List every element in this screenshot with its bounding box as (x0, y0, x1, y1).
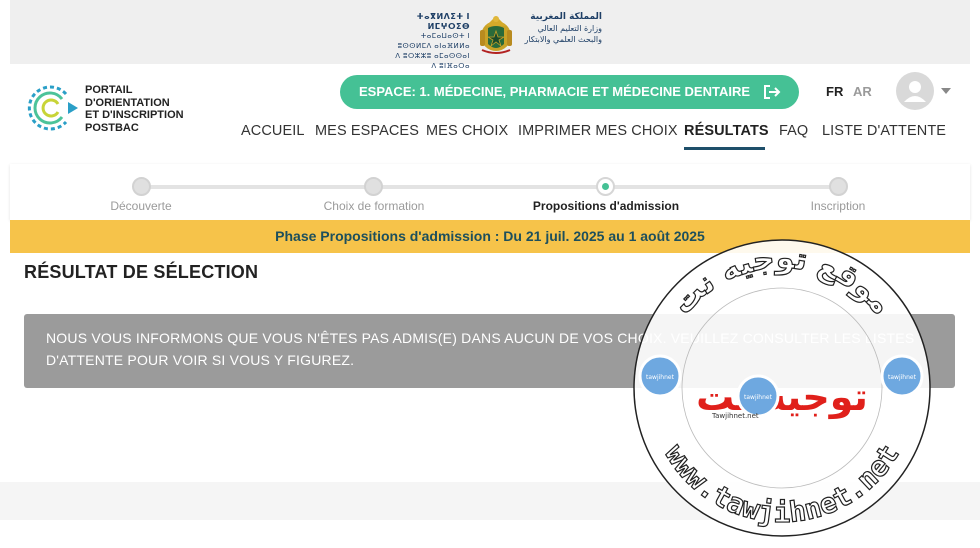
nav-accueil[interactable]: ACCUEIL (241, 123, 305, 139)
language-ar[interactable]: AR (853, 84, 872, 99)
footer-band (0, 482, 980, 520)
arabic-text: المملكة المغربية وزارة التعليم العالي وا… (522, 12, 602, 45)
tifinagh-line-3: ⴷ ⵓⵔⵣⵣⵓ ⴰⵎⴰⵙⵙⴰⵏ ⴷ ⵓⵏⴼⴰⵔⴰ (395, 53, 470, 70)
arabic-line-1: المملكة المغربية (530, 12, 602, 22)
tifinagh-line-1: ⵜⴰⴳⵍⴷⵉⵜ ⵏ ⵍⵎⵖⵔⵉⴱ (416, 12, 470, 31)
step-dot-decouverte (132, 177, 151, 196)
watermark-small-label: Tawjihnet.net (711, 412, 759, 420)
tifinagh-text: ⵜⴰⴳⵍⴷⵉⵜ ⵏ ⵍⵎⵖⵔⵉⴱ ⵜⴰⵎⴰⵡⴰⵙⵜ ⵏ ⵓⵙⵙⵍⵎⴷ ⴰⵏⴰⴼⵍ… (388, 12, 470, 72)
brand-line-4: POSTBAC (85, 121, 139, 134)
step-label-inscription: Inscription (810, 199, 866, 213)
step-label-propositions: Propositions d'admission (532, 199, 680, 213)
logout-icon[interactable] (763, 84, 781, 100)
brand-line-3: ET D'INSCRIPTION (85, 109, 184, 121)
result-alert: NOUS VOUS INFORMONS QUE VOUS N'ÊTES PAS … (24, 314, 955, 388)
arabic-line-2: وزارة التعليم العالي (537, 24, 602, 33)
stepper-track (142, 185, 839, 189)
nav-imprimer-mes-choix[interactable]: IMPRIMER MES CHOIX (518, 123, 678, 139)
step-dot-choix (364, 177, 383, 196)
portal-logo-icon (27, 85, 78, 131)
watermark-bubble-center-label: tawjihnet (744, 394, 773, 401)
nav-resultats[interactable]: RÉSULTATS (684, 123, 769, 139)
arabic-line-3: والبحث العلمي والابتكار (524, 35, 602, 44)
portal-logo-text: PORTAIL D'ORIENTATION ET D'INSCRIPTION P… (85, 84, 184, 134)
nav-faq[interactable]: FAQ (779, 123, 808, 139)
active-tab-indicator (684, 147, 765, 150)
phase-banner: Phase Propositions d'admission : Du 21 j… (10, 220, 970, 253)
nav-mes-choix[interactable]: MES CHOIX (426, 123, 508, 139)
brand-line-1: PORTAIL (85, 84, 133, 96)
step-dot-inscription (829, 177, 848, 196)
nav-mes-espaces[interactable]: MES ESPACES (315, 123, 419, 139)
nav-liste-attente[interactable]: LISTE D'ATTENTE (822, 123, 946, 139)
step-label-decouverte: Découverte (110, 199, 172, 213)
tifinagh-line-2: ⵜⴰⵎⴰⵡⴰⵙⵜ ⵏ ⵓⵙⵙⵍⵎⴷ ⴰⵏⴰⴼⵍⵍⴰ (397, 33, 470, 50)
brand-line-2: D'ORIENTATION (85, 96, 170, 109)
step-dot-propositions (596, 177, 615, 196)
government-logo: ⵜⴰⴳⵍⴷⵉⵜ ⵏ ⵍⵎⵖⵔⵉⴱ ⵜⴰⵎⴰⵡⴰⵙⵜ ⵏ ⵓⵙⵙⵍⵎⴷ ⴰⵏⴰⴼⵍ… (388, 12, 608, 70)
espace-button[interactable]: ESPACE: 1. MÉDECINE, PHARMACIE ET MÉDECI… (340, 75, 799, 109)
language-fr[interactable]: FR (826, 84, 843, 99)
result-message: NOUS VOUS INFORMONS QUE VOUS N'ÊTES PAS … (46, 330, 915, 368)
government-header: ⵜⴰⴳⵍⴷⵉⵜ ⵏ ⵍⵎⵖⵔⵉⴱ ⵜⴰⵎⴰⵡⴰⵙⵜ ⵏ ⵓⵙⵙⵍⵎⴷ ⴰⵏⴰⴼⵍ… (10, 0, 970, 70)
user-avatar[interactable] (896, 72, 934, 110)
portal-logo[interactable]: PORTAIL D'ORIENTATION ET D'INSCRIPTION P… (24, 80, 204, 140)
page-title: RÉSULTAT DE SÉLECTION (24, 262, 259, 282)
chevron-down-icon[interactable] (941, 88, 951, 94)
espace-label: ESPACE: 1. MÉDECINE, PHARMACIE ET MÉDECI… (359, 84, 751, 99)
moroccan-emblem-icon (480, 16, 512, 54)
step-label-choix: Choix de formation (323, 199, 425, 213)
phase-banner-text: Phase Propositions d'admission : Du 21 j… (275, 228, 705, 244)
user-icon (904, 81, 926, 102)
